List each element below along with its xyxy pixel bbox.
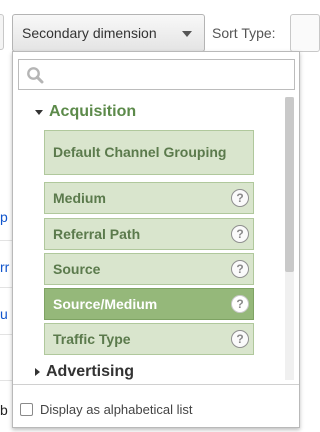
item-traffic-type[interactable]: Traffic Type ?: [44, 323, 254, 355]
group-label: Acquisition: [49, 103, 137, 120]
alphabetical-label[interactable]: Display as alphabetical list: [40, 402, 192, 417]
expand-triangle-icon: [35, 109, 43, 115]
background-divider: [0, 287, 12, 288]
background-text-fragment: b: [0, 402, 8, 418]
help-icon[interactable]: ?: [231, 189, 249, 207]
help-icon[interactable]: ?: [231, 295, 249, 313]
group-advertising[interactable]: Advertising: [35, 363, 134, 380]
background-link-fragment: u: [0, 306, 8, 322]
item-label: Source: [53, 260, 101, 277]
item-label: Traffic Type: [53, 330, 131, 347]
background-divider: [0, 240, 12, 241]
background-divider: [0, 380, 12, 381]
item-source[interactable]: Source ?: [44, 253, 254, 285]
dimension-list: Acquisition Default Channel Grouping Med…: [13, 94, 283, 380]
item-label: Source/Medium: [53, 295, 158, 312]
chevron-down-icon: [182, 31, 192, 37]
item-default-channel-grouping[interactable]: Default Channel Grouping: [44, 130, 254, 175]
item-label: Default Channel Grouping: [53, 144, 227, 160]
help-icon[interactable]: ?: [231, 260, 249, 278]
item-label: Referral Path: [53, 225, 141, 242]
search-icon: [27, 67, 44, 84]
item-source-medium[interactable]: Source/Medium ?: [44, 288, 254, 320]
item-label: Medium: [53, 189, 106, 206]
help-icon[interactable]: ?: [231, 330, 249, 348]
secondary-dimension-dropdown: Acquisition Default Channel Grouping Med…: [12, 51, 300, 428]
background-link-fragment: rr: [0, 259, 10, 275]
background-divider: [0, 334, 12, 335]
footer-divider: [13, 384, 299, 385]
collapse-triangle-icon: [35, 368, 40, 376]
scrollbar[interactable]: [285, 97, 294, 380]
help-icon[interactable]: ?: [231, 225, 249, 243]
background-control: [0, 14, 4, 50]
alphabetical-option: Display as alphabetical list: [20, 402, 192, 417]
group-acquisition[interactable]: Acquisition: [35, 103, 136, 121]
secondary-dimension-button[interactable]: Secondary dimension: [12, 14, 205, 52]
item-referral-path[interactable]: Referral Path ?: [44, 218, 254, 250]
background-link-fragment: p: [0, 209, 8, 225]
alphabetical-checkbox[interactable]: [20, 403, 33, 416]
group-label: Advertising: [46, 363, 135, 380]
secondary-dimension-label: Secondary dimension: [22, 25, 157, 41]
item-medium[interactable]: Medium ?: [44, 182, 254, 214]
sort-type-label: Sort Type:: [212, 25, 276, 41]
sort-type-select[interactable]: [290, 14, 320, 52]
dimension-search-input[interactable]: [18, 59, 295, 90]
scrollbar-thumb[interactable]: [285, 97, 294, 272]
